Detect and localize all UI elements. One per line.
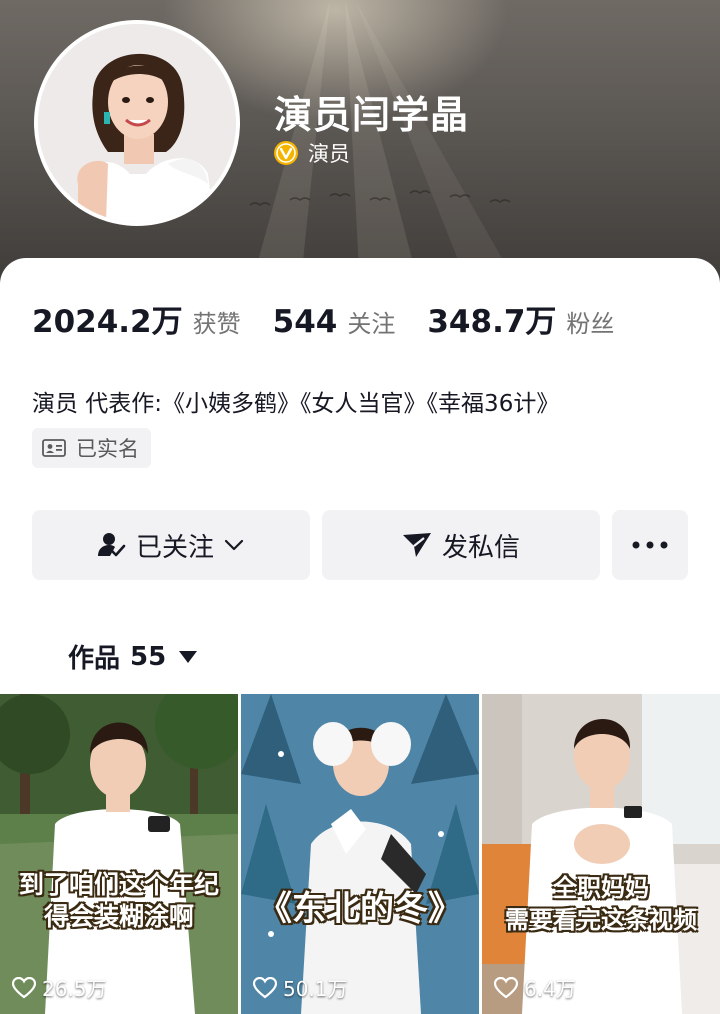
caret-down-icon[interactable] — [178, 650, 198, 664]
video-thumbnail-image — [241, 694, 479, 1014]
stat-likes-label: 获赞 — [192, 310, 241, 338]
action-buttons: 已关注 发私信 — [32, 510, 688, 580]
video-grid: 到了咱们这个年纪 得会装糊涂啊 26.5万 《东北的冬》 50.1万 全职妈妈 … — [0, 694, 720, 1014]
stats-row: 2024.2万 获赞 544 关注 348.7万 粉丝 — [32, 296, 646, 341]
verified-badge-icon — [274, 141, 298, 165]
more-dots-icon — [632, 541, 668, 549]
tab-works[interactable]: 作品 55 — [68, 638, 198, 675]
stat-followers-value: 348.7万 — [427, 304, 557, 340]
video-thumbnail-image — [482, 694, 720, 1014]
stat-following-label: 关注 — [347, 310, 396, 338]
tab-works-count: 55 — [130, 641, 167, 672]
verification-row: 演员 — [272, 138, 350, 168]
followed-button-label: 已关注 — [135, 532, 214, 563]
video-thumbnail[interactable]: 《东北的冬》 50.1万 — [241, 694, 479, 1014]
video-caption: 全职妈妈 需要看完这条视频 — [482, 872, 720, 936]
stat-likes[interactable]: 2024.2万 获赞 — [32, 296, 241, 341]
avatar-portrait — [38, 24, 236, 222]
stat-followers[interactable]: 348.7万 粉丝 — [427, 296, 614, 341]
video-thumbnail[interactable]: 全职妈妈 需要看完这条视频 6.4万 — [482, 694, 720, 1014]
verification-label: 演员 — [308, 142, 350, 166]
profile-name: 演员闫学晶 — [274, 93, 470, 137]
profile-header: 演员闫学晶 演员 — [0, 0, 720, 290]
video-likes: 50.1万 — [253, 973, 348, 1002]
send-message-button[interactable]: 发私信 — [322, 510, 600, 580]
video-caption: 《东北的冬》 — [241, 889, 479, 929]
more-options-button[interactable] — [612, 510, 688, 580]
heart-icon — [494, 976, 518, 998]
id-card-icon — [42, 439, 66, 457]
profile-bio: 演员 代表作:《小姨多鹤》《女人当官》《幸福36计》 — [32, 391, 560, 417]
video-thumbnail[interactable]: 到了咱们这个年纪 得会装糊涂啊 26.5万 — [0, 694, 238, 1014]
chevron-down-icon — [224, 539, 244, 551]
video-caption-line: 《东北的冬》 — [258, 889, 462, 929]
realname-tag: 已实名 — [32, 428, 151, 468]
video-likes-count: 26.5万 — [42, 977, 107, 1001]
video-caption-line: 得会装糊涂啊 — [43, 902, 194, 931]
paper-plane-icon — [402, 533, 431, 557]
video-caption-line: 需要看完这条视频 — [505, 905, 697, 934]
video-likes-count: 6.4万 — [524, 977, 576, 1001]
video-likes-count: 50.1万 — [283, 977, 348, 1001]
heart-icon — [253, 976, 277, 998]
video-thumbnail-image — [0, 694, 238, 1014]
video-caption-line: 全职妈妈 — [553, 873, 649, 902]
stat-following-value: 544 — [272, 304, 338, 340]
video-caption: 到了咱们这个年纪 得会装糊涂啊 — [0, 869, 238, 933]
heart-icon — [12, 976, 36, 998]
avatar[interactable] — [34, 20, 240, 226]
video-likes: 6.4万 — [494, 973, 576, 1002]
user-check-icon — [97, 533, 126, 557]
tab-works-label: 作品 — [68, 644, 121, 674]
stat-likes-value: 2024.2万 — [32, 304, 183, 340]
stat-following[interactable]: 544 关注 — [273, 304, 396, 340]
video-caption-line: 到了咱们这个年纪 — [18, 870, 219, 899]
send-message-label: 发私信 — [441, 532, 520, 563]
stat-followers-label: 粉丝 — [566, 310, 615, 338]
realname-tag-label: 已实名 — [76, 437, 139, 461]
followed-button[interactable]: 已关注 — [32, 510, 310, 580]
video-likes: 26.5万 — [12, 973, 107, 1002]
